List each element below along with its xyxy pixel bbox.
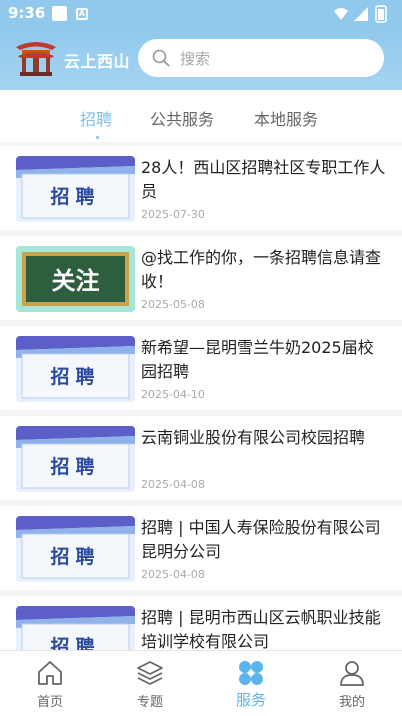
nav-label: 我的 bbox=[338, 695, 365, 710]
article-date: 2025-04-08 bbox=[141, 568, 205, 581]
article-date: 2025-04-08 bbox=[141, 478, 205, 491]
app-name: 云上西山 bbox=[64, 52, 131, 71]
thumb-text: 招聘 bbox=[50, 635, 100, 650]
search-input[interactable]: 搜索 bbox=[138, 39, 384, 77]
tab-public-service[interactable]: 公共服务 bbox=[150, 106, 214, 130]
article-item[interactable]: 招聘 招聘 | 中国人寿保险股份有限公司昆明分公司 2025-04-08 bbox=[0, 506, 402, 590]
layers-icon bbox=[137, 661, 163, 685]
nav-label: 服务 bbox=[235, 691, 266, 709]
thumb-text: 招聘 bbox=[50, 545, 100, 568]
signal-battery-icon bbox=[334, 5, 387, 23]
home-icon bbox=[38, 661, 62, 685]
thumb-text: 招聘 bbox=[50, 365, 100, 388]
article-item[interactable]: 招聘 28人！西山区招聘社区专职工作人员 2025-07-30 bbox=[0, 146, 402, 230]
notification-square-icon bbox=[52, 6, 67, 21]
article-item[interactable]: 招聘 招聘 | 昆明市西山区云帆职业技能培训学校有限公司 bbox=[0, 596, 402, 650]
article-title[interactable]: 云南铜业股份有限公司校园招聘 bbox=[141, 426, 387, 450]
follow-thumbnail: 关注 bbox=[16, 246, 135, 312]
tab-recruitment[interactable]: 招聘 bbox=[80, 106, 112, 130]
nav-topics[interactable]: 专题 bbox=[100, 651, 200, 716]
article-date: 2025-05-08 bbox=[141, 298, 205, 311]
app-header: 云上西山 搜索 bbox=[0, 28, 402, 90]
nav-profile[interactable]: 我的 bbox=[302, 651, 402, 716]
article-date: 2025-04-10 bbox=[141, 388, 205, 401]
search-placeholder: 搜索 bbox=[180, 50, 211, 68]
recruit-thumbnail: 招聘 bbox=[16, 516, 135, 582]
article-title[interactable]: @找工作的你，一条招聘信息请查收！ bbox=[141, 246, 387, 294]
nav-home[interactable]: 首页 bbox=[0, 651, 100, 716]
status-time: 9:36 bbox=[8, 4, 46, 22]
tab-indicator bbox=[96, 136, 99, 139]
recruit-thumbnail: 招聘 bbox=[16, 156, 135, 222]
recruit-thumbnail: 招聘 bbox=[16, 336, 135, 402]
nav-label: 专题 bbox=[136, 695, 163, 710]
status-bar: 9:36 A bbox=[0, 0, 402, 28]
article-title[interactable]: 招聘 | 中国人寿保险股份有限公司昆明分公司 bbox=[141, 516, 387, 564]
bottom-nav: 首页 专题 服务 我的 bbox=[0, 650, 402, 716]
thumb-text: 招聘 bbox=[50, 455, 100, 478]
article-title[interactable]: 招聘 | 昆明市西山区云帆职业技能培训学校有限公司 bbox=[141, 606, 387, 650]
notification-a-icon: A bbox=[76, 8, 88, 20]
category-tabs: 招聘 公共服务 本地服务 bbox=[0, 90, 402, 142]
search-icon bbox=[152, 49, 170, 67]
article-title[interactable]: 新希望—昆明雪兰牛奶2025届校园招聘 bbox=[141, 336, 387, 384]
user-icon bbox=[340, 661, 364, 686]
article-item[interactable]: 关注 @找工作的你，一条招聘信息请查收！ 2025-05-08 bbox=[0, 236, 402, 320]
thumb-text: 招聘 bbox=[50, 185, 100, 208]
article-item[interactable]: 招聘 新希望—昆明雪兰牛奶2025届校园招聘 2025-04-10 bbox=[0, 326, 402, 410]
app-logo bbox=[16, 42, 56, 76]
recruit-thumbnail: 招聘 bbox=[16, 426, 135, 492]
article-title[interactable]: 28人！西山区招聘社区专职工作人员 bbox=[141, 156, 387, 204]
recruit-thumbnail: 招聘 bbox=[16, 606, 135, 650]
article-item[interactable]: 招聘 云南铜业股份有限公司校园招聘 2025-04-08 bbox=[0, 416, 402, 500]
thumb-text: 关注 bbox=[52, 267, 100, 295]
article-date: 2025-07-30 bbox=[141, 208, 205, 221]
service-icon bbox=[239, 661, 263, 685]
tab-local-service[interactable]: 本地服务 bbox=[254, 106, 318, 130]
nav-label: 首页 bbox=[36, 695, 63, 710]
nav-service[interactable]: 服务 bbox=[201, 651, 301, 716]
